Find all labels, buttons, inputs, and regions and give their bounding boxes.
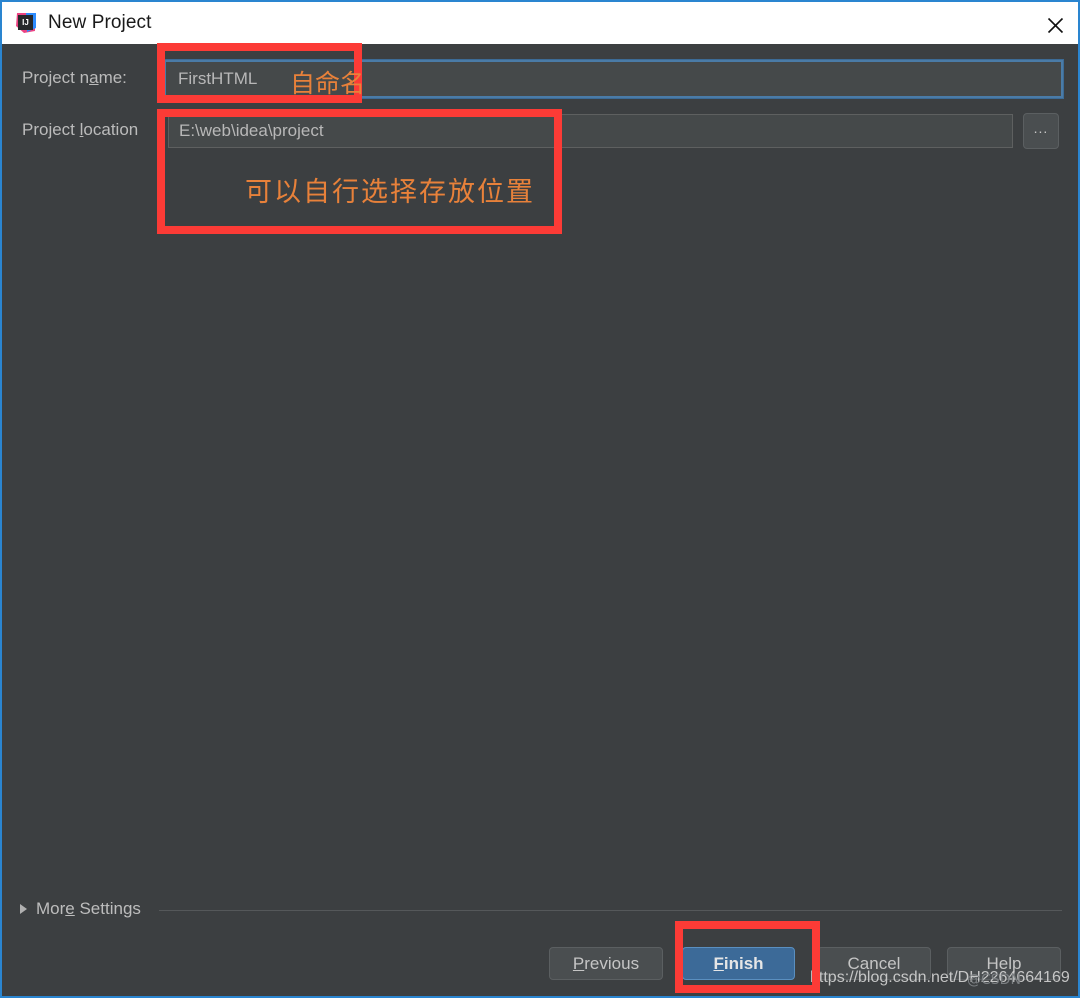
finish-button[interactable]: Finish [682, 947, 795, 980]
dialog-body: Project name: FirstHTML Project location… [2, 44, 1078, 994]
chevron-right-icon [20, 904, 27, 914]
project-location-input[interactable]: E:\web\idea\project [168, 114, 1013, 148]
ellipsis-icon: ... [1033, 120, 1049, 136]
project-name-input[interactable]: FirstHTML [163, 59, 1064, 99]
more-settings-toggle[interactable]: More Settings [20, 899, 141, 919]
close-icon [1047, 17, 1064, 34]
project-location-value: E:\web\idea\project [179, 121, 324, 140]
project-name-value: FirstHTML [178, 69, 258, 88]
close-button[interactable] [1028, 4, 1078, 46]
dialog-titlebar: IJ New Project [2, 0, 1078, 46]
cancel-button[interactable]: Cancel [817, 947, 931, 980]
dialog-title: New Project [48, 12, 152, 33]
project-name-label: Project name: [22, 68, 127, 87]
intellij-idea-icon: IJ [15, 12, 37, 34]
svg-text:IJ: IJ [22, 18, 29, 27]
more-settings-label: More Settings [36, 899, 141, 918]
new-project-dialog: IJ New Project Project name: FirstHTML P… [0, 0, 1080, 998]
help-button[interactable]: Help [947, 947, 1061, 980]
more-settings-divider [159, 910, 1062, 911]
previous-button[interactable]: Previous [549, 947, 663, 980]
project-location-label: Project location [22, 120, 139, 139]
browse-folder-button[interactable]: ... [1023, 113, 1059, 149]
